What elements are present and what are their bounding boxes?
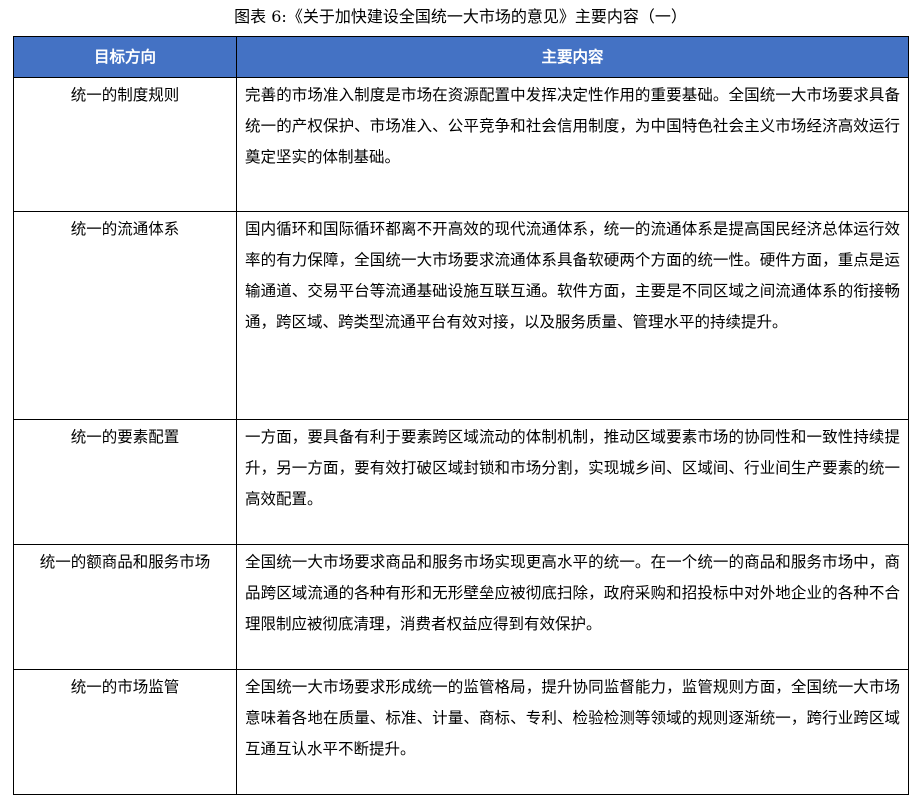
direction-cell: 统一的要素配置 (13, 419, 237, 545)
content-cell: 国内循环和国际循环都离不开高效的现代流通体系，统一的流通体系是提高国民经济总体运… (236, 211, 909, 420)
table-row: 统一的额商品和服务市场 全国统一大市场要求商品和服务市场实现更高水平的统一。在一… (13, 544, 909, 670)
content-cell: 一方面，要具备有利于要素跨区域流动的体制机制，推动区域要素市场的协同性和一致性持… (236, 419, 909, 545)
direction-cell: 统一的额商品和服务市场 (13, 544, 237, 670)
header-row: 目标方向 主要内容 (13, 36, 909, 78)
table-row: 统一的流通体系 国内循环和国际循环都离不开高效的现代流通体系，统一的流通体系是提… (13, 211, 909, 420)
header-content: 主要内容 (236, 36, 909, 78)
table-row: 统一的市场监管 全国统一大市场要求形成统一的监管格局，提升协同监督能力，监管规则… (13, 669, 909, 795)
direction-cell: 统一的流通体系 (13, 211, 237, 420)
content-table: 目标方向 主要内容 统一的制度规则 完善的市场准入制度是市场在资源配置中发挥决定… (13, 36, 909, 795)
content-cell: 全国统一大市场要求形成统一的监管格局，提升协同监督能力，监管规则方面，全国统一大… (236, 669, 909, 795)
header-direction: 目标方向 (13, 36, 237, 78)
table-caption: 图表 6:《关于加快建设全国统一大市场的意见》主要内容（一） (234, 7, 687, 26)
direction-cell: 统一的市场监管 (13, 669, 237, 795)
content-cell: 完善的市场准入制度是市场在资源配置中发挥决定性作用的重要基础。全国统一大市场要求… (236, 77, 909, 212)
content-cell: 全国统一大市场要求商品和服务市场实现更高水平的统一。在一个统一的商品和服务市场中… (236, 544, 909, 670)
direction-cell: 统一的制度规则 (13, 77, 237, 212)
table-row: 统一的要素配置 一方面，要具备有利于要素跨区域流动的体制机制，推动区域要素市场的… (13, 419, 909, 545)
table-row: 统一的制度规则 完善的市场准入制度是市场在资源配置中发挥决定性作用的重要基础。全… (13, 77, 909, 212)
